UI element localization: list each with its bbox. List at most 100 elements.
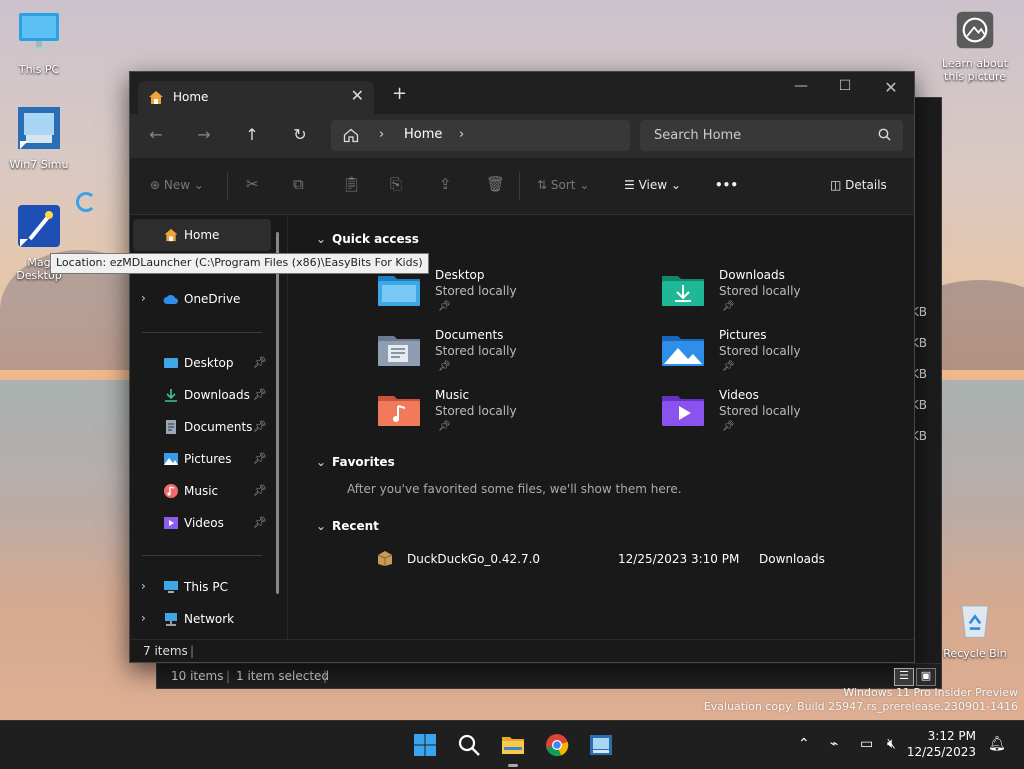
search-box[interactable]: Search Home bbox=[640, 120, 903, 151]
chevron-right-icon[interactable]: › bbox=[141, 611, 146, 625]
minimize-button[interactable]: — bbox=[778, 78, 824, 94]
desktop-folder-icon bbox=[164, 358, 178, 368]
sidebar-item-label: OneDrive bbox=[184, 292, 241, 306]
folder-music[interactable]: Music Stored locally 📌︎ bbox=[378, 388, 638, 446]
video-icon bbox=[164, 517, 178, 529]
breadcrumb-home[interactable]: Home bbox=[404, 127, 442, 142]
chevron-right-icon[interactable]: › bbox=[141, 579, 146, 593]
folder-videos[interactable]: Videos Stored locally 📌︎ bbox=[662, 388, 922, 446]
title-bar[interactable]: Home ✕ + — ☐ ✕ bbox=[130, 72, 914, 114]
details-button[interactable]: ◫ Details bbox=[830, 178, 887, 192]
sidebar-scrollbar[interactable] bbox=[276, 232, 279, 594]
status-item-count: 7 items bbox=[143, 644, 188, 658]
chevron-right-icon[interactable]: › bbox=[141, 291, 146, 305]
folder-pictures[interactable]: Pictures Stored locally 📌︎ bbox=[662, 328, 922, 386]
sidebar-item-label: Network bbox=[184, 612, 235, 626]
sort-label: Sort bbox=[550, 178, 576, 192]
new-tab-button[interactable]: + bbox=[392, 83, 407, 104]
desktop-icon-label-line: Mag bbox=[27, 256, 51, 269]
display-icon[interactable]: ▭ bbox=[860, 736, 873, 752]
sidebar-divider bbox=[142, 332, 262, 333]
section-recent[interactable]: ⌄ Recent bbox=[316, 519, 379, 533]
show-hidden-icons-chevron-icon[interactable]: ⌃ bbox=[798, 736, 810, 752]
address-bar[interactable]: › Home › bbox=[331, 120, 630, 151]
sidebar-item-home[interactable]: Home bbox=[133, 219, 271, 251]
sidebar-item-desktop[interactable]: Desktop 📌︎ bbox=[133, 347, 271, 379]
recent-file-date: 12/25/2023 3:10 PM bbox=[618, 552, 740, 566]
copy-icon[interactable]: ⧉ bbox=[293, 175, 304, 193]
status-selected-count: 1 item selected bbox=[236, 669, 330, 683]
chrome-icon[interactable] bbox=[544, 733, 570, 757]
clock[interactable]: 3:12 PM 12/25/2023 bbox=[907, 728, 976, 760]
cut-icon[interactable]: ✂ bbox=[246, 175, 259, 193]
section-title: Favorites bbox=[332, 455, 395, 469]
clock-date: 12/25/2023 bbox=[906, 745, 976, 759]
tab-home[interactable]: Home ✕ bbox=[138, 81, 374, 114]
tooltip: Location: ezMDLauncher (C:\Program Files… bbox=[50, 253, 429, 274]
tab-close-button[interactable]: ✕ bbox=[351, 86, 364, 105]
taskbar: ⌃ ⌁ ▭ 🔇︎ 3:12 PM 12/25/2023 🔔︎ bbox=[0, 720, 1024, 769]
desktop-icon-win7-simu[interactable]: Win7 Simu bbox=[1, 105, 77, 171]
volume-muted-icon[interactable]: 🔇︎ bbox=[887, 736, 896, 752]
forward-button[interactable]: → bbox=[190, 125, 218, 144]
chevron-down-icon: ⌄ bbox=[193, 178, 204, 192]
chevron-down-icon: ⌄ bbox=[670, 178, 681, 192]
section-favorites[interactable]: ⌄ Favorites bbox=[316, 455, 395, 469]
sidebar-item-onedrive[interactable]: › OneDrive bbox=[133, 283, 271, 315]
folder-documents[interactable]: Documents Stored locally 📌︎ bbox=[378, 328, 638, 386]
notification-bell-icon[interactable]: 🔔︎ bbox=[988, 736, 1006, 752]
sidebar-item-documents[interactable]: Documents 📌︎ bbox=[133, 411, 271, 443]
view-button[interactable]: ☰ View ⌄ bbox=[624, 178, 681, 192]
sidebar-item-videos[interactable]: Videos 📌︎ bbox=[133, 507, 271, 539]
section-quick-access[interactable]: ⌄ Quick access bbox=[316, 232, 419, 246]
recent-file-row[interactable]: DuckDuckGo_0.42.7.0 12/25/2023 3:10 PM D… bbox=[376, 550, 896, 572]
back-button[interactable]: ← bbox=[142, 125, 170, 144]
sidebar-item-label: Music bbox=[184, 484, 219, 498]
up-button[interactable]: ↑ bbox=[238, 125, 266, 144]
chevron-down-icon: ⌄ bbox=[316, 519, 327, 533]
watermark-line: Evaluation copy. Build 25947.rs_prerelea… bbox=[703, 700, 1018, 713]
file-explorer-window[interactable]: Home ✕ + — ☐ ✕ ← → ↑ ↻ › Home › Search H… bbox=[129, 71, 915, 663]
pin-icon: 📌︎ bbox=[438, 361, 451, 372]
folder-downloads[interactable]: Downloads Stored locally 📌︎ bbox=[662, 268, 922, 326]
folder-desktop[interactable]: Desktop Stored locally 📌︎ bbox=[378, 268, 638, 326]
paste-icon[interactable]: 📋︎ bbox=[342, 175, 361, 193]
desktop-icon-this-pc[interactable]: This PC bbox=[1, 10, 77, 76]
sidebar-item-this-pc[interactable]: › This PC bbox=[133, 571, 271, 603]
more-options-button[interactable]: ••• bbox=[715, 178, 738, 192]
desktop-icon-recycle-bin[interactable]: Recycle Bin bbox=[937, 598, 1013, 660]
delete-icon[interactable]: 🗑︎ bbox=[486, 175, 505, 193]
close-button[interactable]: ✕ bbox=[868, 78, 914, 97]
chevron-down-icon: ⌄ bbox=[316, 232, 327, 246]
sidebar-item-downloads[interactable]: Downloads 📌︎ bbox=[133, 379, 271, 411]
start-button-windows-icon[interactable] bbox=[412, 733, 438, 757]
pin-icon: 📌︎ bbox=[253, 484, 267, 497]
folder-status: Stored locally bbox=[435, 284, 517, 298]
rename-icon[interactable]: ⎘ bbox=[390, 175, 402, 193]
sort-button[interactable]: ⇅ Sort ⌄ bbox=[537, 178, 589, 192]
desktop-icon-label: Recycle Bin bbox=[943, 647, 1007, 660]
sidebar-item-music[interactable]: Music 📌︎ bbox=[133, 475, 271, 507]
details-view-toggle-icon[interactable]: ☰ bbox=[894, 668, 914, 686]
breadcrumb-separator[interactable]: › bbox=[379, 127, 384, 142]
sidebar-item-network[interactable]: › Network bbox=[133, 603, 271, 635]
file-explorer-icon[interactable] bbox=[500, 733, 526, 757]
tiles-view-toggle-icon[interactable]: ▣ bbox=[916, 668, 936, 686]
search-icon[interactable] bbox=[456, 733, 482, 757]
details-label: Details bbox=[845, 178, 887, 192]
desktop-icon-learn-about-picture[interactable]: Learn about this picture bbox=[937, 10, 1013, 83]
win7-simu-icon[interactable] bbox=[588, 733, 614, 757]
sidebar-item-pictures[interactable]: Pictures 📌︎ bbox=[133, 443, 271, 475]
status-item-count: 10 items bbox=[171, 669, 224, 683]
tab-title: Home bbox=[173, 90, 209, 104]
win7-simu-icon bbox=[18, 107, 60, 149]
breadcrumb-separator[interactable]: › bbox=[459, 127, 464, 142]
watermark-line: Windows 11 Pro Insider Preview bbox=[843, 686, 1018, 699]
share-icon[interactable]: ⇪ bbox=[439, 175, 452, 193]
loading-spinner-icon bbox=[76, 192, 96, 212]
refresh-button[interactable]: ↻ bbox=[286, 125, 314, 144]
view-icon: ☰ bbox=[624, 178, 635, 192]
maximize-button[interactable]: ☐ bbox=[822, 78, 868, 94]
new-button[interactable]: ⊕ New ⌄ bbox=[150, 178, 204, 192]
network-disconnected-icon[interactable]: ⌁ bbox=[830, 736, 838, 752]
